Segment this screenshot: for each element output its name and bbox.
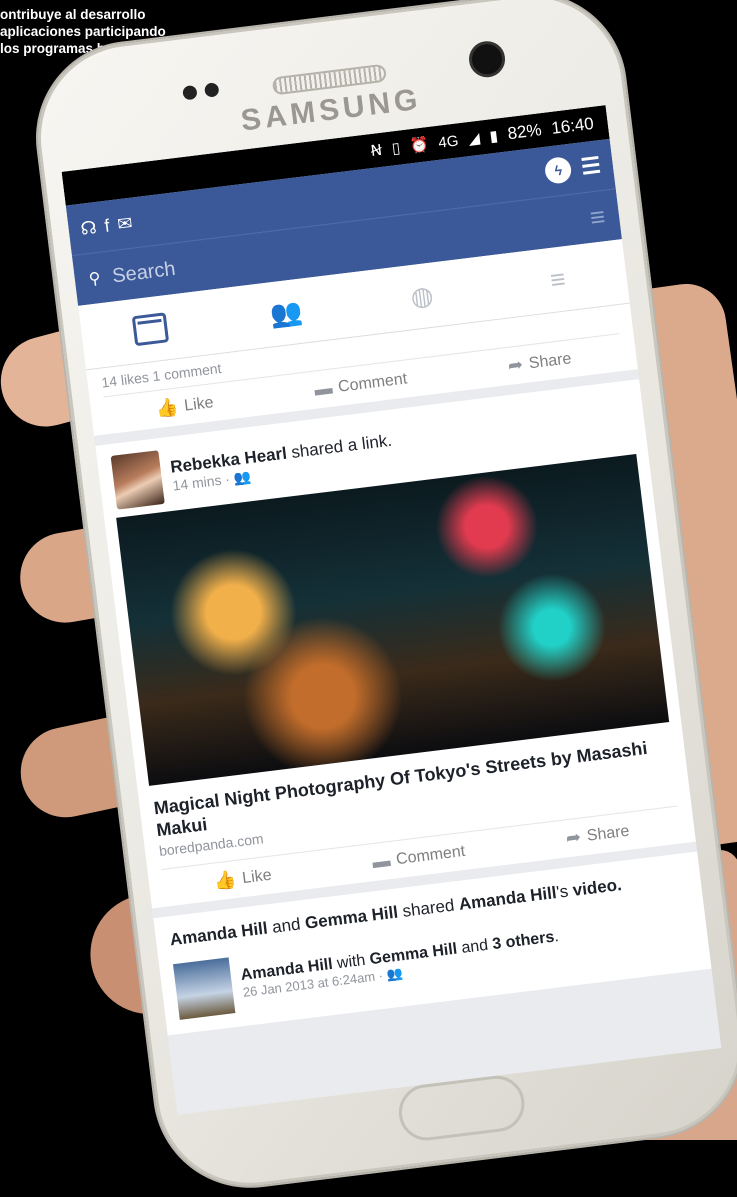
possessive: 's xyxy=(555,881,570,902)
sensor-icon xyxy=(182,84,198,101)
alarm-icon: ⏰ xyxy=(409,136,430,156)
share-icon: ➦ xyxy=(564,826,583,849)
verb: shared xyxy=(401,895,456,921)
owner-name[interactable]: Amanda Hill xyxy=(458,883,558,914)
audience-icon: · 👥 xyxy=(377,965,404,984)
caption-line: ontribuye al desarrollo xyxy=(0,7,146,22)
like-button[interactable]: 👍 Like xyxy=(213,865,273,893)
network-type: 4G xyxy=(437,131,460,152)
share-label: Share xyxy=(527,349,573,372)
comment-label: Comment xyxy=(337,369,409,396)
signal-icon: ◢ xyxy=(467,129,481,149)
news-feed-icon xyxy=(131,312,169,347)
news-feed-tab[interactable] xyxy=(117,302,182,357)
nfc-icon: Ꞥ xyxy=(369,141,384,161)
mail-icon[interactable]: ✉ xyxy=(116,212,134,235)
vibrate-icon: ▯ xyxy=(390,139,402,158)
friends-tab[interactable]: 👥 xyxy=(253,285,318,340)
share-button[interactable]: ➦ Share xyxy=(507,348,573,377)
notifications-tab[interactable]: ◍ xyxy=(389,268,454,323)
and-text: and xyxy=(460,936,490,957)
friend-requests-icon[interactable]: ☰ xyxy=(580,152,603,180)
clock: 16:40 xyxy=(550,113,595,138)
phone: SAMSUNG Ꞥ ▯ ⏰ 4G ◢ ▮ 82% 16:40 ☊ f ✉ ϟ ☰… xyxy=(27,0,737,1197)
battery-level: 82% xyxy=(506,120,543,144)
sensor-icon xyxy=(203,82,220,98)
like-label: Like xyxy=(183,393,215,415)
search-icon: ⚲ xyxy=(87,270,102,289)
thumbs-up-icon: 👍 xyxy=(154,396,180,420)
headphones-icon[interactable]: ☊ xyxy=(79,217,97,240)
comment-button[interactable]: ▬ Comment xyxy=(371,841,466,873)
thumbs-up-icon: 👍 xyxy=(212,868,238,892)
object-link[interactable]: video. xyxy=(572,875,623,900)
audience-icon: · 👥 xyxy=(224,467,252,487)
messenger-icon[interactable]: ϟ xyxy=(543,155,573,185)
actor-name[interactable]: Amanda Hill xyxy=(169,919,269,950)
comment-label: Comment xyxy=(395,842,467,868)
share-icon: ➦ xyxy=(506,354,525,376)
conjunction: and xyxy=(271,914,302,937)
with-text: with xyxy=(336,951,367,973)
actor-name[interactable]: Gemma Hill xyxy=(304,903,399,933)
shared-post-thumbnail[interactable] xyxy=(172,957,236,1020)
like-button[interactable]: 👍 Like xyxy=(155,392,215,420)
facebook-icon[interactable]: f xyxy=(103,215,111,236)
comment-button[interactable]: ▬ Comment xyxy=(313,368,408,400)
menu-icon[interactable]: ≡ xyxy=(588,201,607,234)
comment-icon: ▬ xyxy=(313,377,334,400)
hamburger-icon: ≡ xyxy=(548,262,568,295)
post-card: Rebekka Hearl shared a link. 14 mins · 👥… xyxy=(95,379,696,909)
phone-screen: Ꞥ ▯ ⏰ 4G ◢ ▮ 82% 16:40 ☊ f ✉ ϟ ☰ ⚲ Searc… xyxy=(61,105,722,1115)
avatar[interactable] xyxy=(110,450,165,510)
globe-icon: ◍ xyxy=(408,279,435,312)
menu-tab[interactable]: ≡ xyxy=(525,252,590,307)
friends-icon: 👥 xyxy=(267,295,304,329)
share-button[interactable]: ➦ Share xyxy=(565,821,631,850)
comments-count[interactable]: 1 comment xyxy=(152,360,223,384)
comment-icon: ▬ xyxy=(371,850,392,873)
battery-icon: ▮ xyxy=(488,127,499,146)
share-label: Share xyxy=(585,822,631,845)
like-label: Like xyxy=(241,866,273,887)
likes-count[interactable]: 14 likes xyxy=(101,369,150,391)
